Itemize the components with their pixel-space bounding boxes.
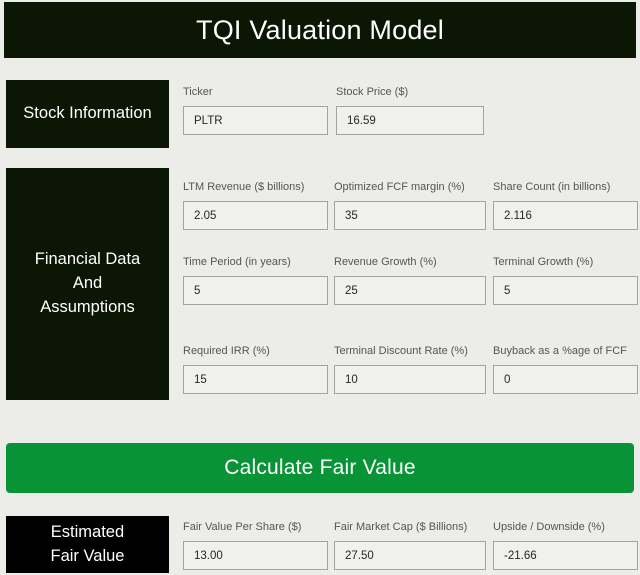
- field-ticker-label: Ticker: [183, 86, 213, 98]
- page-title: TQI Valuation Model: [196, 14, 444, 45]
- section-label-financial-line-3: Assumptions: [40, 297, 135, 316]
- section-label-stock-information: Stock Information: [6, 80, 169, 148]
- optimized-fcf-margin-input[interactable]: [334, 201, 486, 230]
- field-fair-market-cap: Fair Market Cap ($ Billions): [334, 521, 486, 570]
- terminal-discount-rate-input[interactable]: [334, 365, 486, 394]
- section-label-financial-line-1: Financial Data: [34, 250, 141, 269]
- field-ticker: Ticker: [183, 86, 328, 135]
- field-upside-downside: Upside / Downside (%): [493, 521, 638, 570]
- share-count-input[interactable]: [493, 201, 638, 230]
- field-optimized-fcf-margin-label: Optimized FCF margin (%): [334, 181, 465, 193]
- field-required-irr-label: Required IRR (%): [183, 345, 270, 357]
- calculate-fair-value-button[interactable]: Calculate Fair Value: [6, 443, 634, 493]
- field-stock-price: Stock Price ($): [336, 86, 484, 135]
- upside-downside-output: [493, 541, 638, 570]
- required-irr-input[interactable]: [183, 365, 328, 394]
- fair-value-per-share-output: [183, 541, 328, 570]
- field-fair-value-per-share: Fair Value Per Share ($): [183, 521, 328, 570]
- terminal-growth-input[interactable]: [493, 276, 638, 305]
- revenue-growth-input[interactable]: [334, 276, 486, 305]
- section-label-estimated-fair-value-text: Estimated Fair Value: [51, 521, 125, 569]
- field-buyback-percentage: Buyback as a %age of FCF: [493, 345, 638, 394]
- field-time-period-label: Time Period (in years): [183, 256, 291, 268]
- field-optimized-fcf-margin: Optimized FCF margin (%): [334, 181, 486, 230]
- field-revenue-growth-label: Revenue Growth (%): [334, 256, 437, 268]
- field-ltm-revenue-label: LTM Revenue ($ billions): [183, 181, 305, 193]
- section-label-estimated-fair-value: Estimated Fair Value: [6, 516, 169, 573]
- field-share-count-label: Share Count (in billions): [493, 181, 611, 193]
- section-label-financial-data-text: Financial Data And Assumptions: [35, 248, 140, 320]
- section-label-estimated-line-1: Estimated: [50, 522, 125, 541]
- field-buyback-percentage-label: Buyback as a %age of FCF: [493, 345, 627, 357]
- section-label-estimated-line-2: Fair Value: [50, 546, 125, 565]
- section-label-financial-line-2: And: [72, 274, 103, 293]
- field-time-period: Time Period (in years): [183, 256, 328, 305]
- section-label-financial-data: Financial Data And Assumptions: [6, 168, 169, 400]
- ticker-input[interactable]: [183, 106, 328, 135]
- field-stock-price-label: Stock Price ($): [336, 86, 409, 98]
- field-required-irr: Required IRR (%): [183, 345, 328, 394]
- valuation-model-app: TQI Valuation Model Stock Information Ti…: [0, 0, 640, 575]
- field-fair-market-cap-label: Fair Market Cap ($ Billions): [334, 521, 468, 533]
- field-revenue-growth: Revenue Growth (%): [334, 256, 486, 305]
- buyback-percentage-input[interactable]: [493, 365, 638, 394]
- field-fair-value-per-share-label: Fair Value Per Share ($): [183, 521, 302, 533]
- time-period-input[interactable]: [183, 276, 328, 305]
- field-upside-downside-label: Upside / Downside (%): [493, 521, 605, 533]
- fair-market-cap-output: [334, 541, 486, 570]
- page-title-bar: TQI Valuation Model: [4, 2, 636, 58]
- stock-price-input[interactable]: [336, 106, 484, 135]
- field-terminal-discount-rate: Terminal Discount Rate (%): [334, 345, 486, 394]
- field-ltm-revenue: LTM Revenue ($ billions): [183, 181, 328, 230]
- section-label-stock-information-text: Stock Information: [23, 104, 152, 123]
- ltm-revenue-input[interactable]: [183, 201, 328, 230]
- field-share-count: Share Count (in billions): [493, 181, 638, 230]
- field-terminal-growth: Terminal Growth (%): [493, 256, 638, 305]
- field-terminal-discount-rate-label: Terminal Discount Rate (%): [334, 345, 468, 357]
- field-terminal-growth-label: Terminal Growth (%): [493, 256, 594, 268]
